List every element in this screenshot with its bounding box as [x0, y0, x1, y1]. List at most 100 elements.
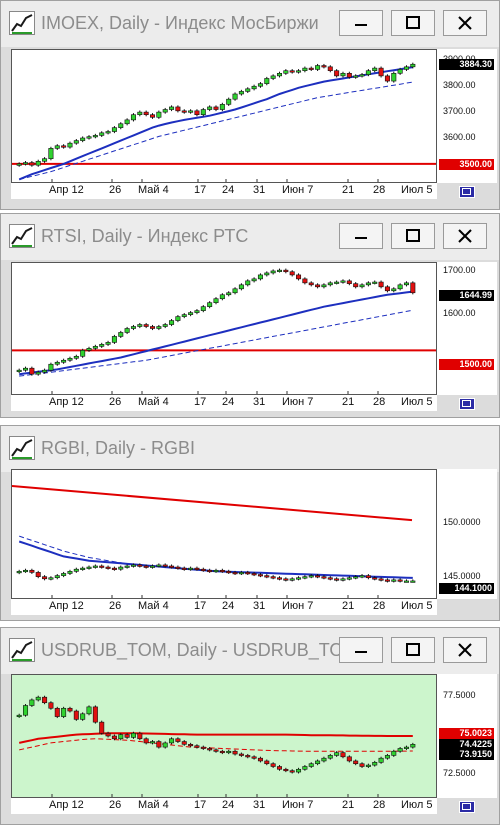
- candle-bull: [213, 569, 219, 573]
- candle-bull: [124, 565, 130, 568]
- y-tick-label: 150.0000: [443, 517, 481, 527]
- candle-bear: [251, 756, 257, 759]
- close-button[interactable]: [443, 637, 487, 663]
- candle-bull: [73, 355, 79, 359]
- minimize-button[interactable]: [339, 637, 383, 663]
- candle-bull: [384, 755, 390, 759]
- trend-line: [12, 485, 413, 522]
- candle-bear: [327, 577, 333, 580]
- candle-bear: [143, 738, 149, 744]
- minimize-icon: [355, 237, 367, 239]
- candle-bear: [194, 110, 200, 116]
- chart-window-rgbi[interactable]: RGBI, Daily - RGBI 150.0000 145.0000 144…: [0, 425, 500, 621]
- close-button[interactable]: [443, 10, 487, 36]
- price-tag: 73.9150: [439, 749, 494, 760]
- candle-bear: [42, 576, 48, 580]
- x-tick-label: 21: [342, 600, 355, 612]
- candle-bull: [16, 163, 22, 166]
- candle-bull: [61, 573, 67, 576]
- x-tick-label: 24: [222, 396, 235, 408]
- candle-bear: [327, 66, 333, 72]
- close-icon: [458, 643, 472, 657]
- candle-bull: [169, 320, 175, 325]
- candle-bull: [327, 282, 333, 286]
- candle-bear: [340, 752, 346, 758]
- x-tick-label: 28: [373, 600, 386, 612]
- candle-bull: [270, 75, 276, 79]
- candle-bull: [86, 706, 92, 715]
- x-tick-label: 17: [194, 396, 207, 408]
- chart-window-usdrub[interactable]: USDRUB_TOM, Daily - USDRUB_TOM 77.5000 7…: [0, 627, 500, 825]
- candle-bull: [61, 707, 67, 717]
- candle-bull: [188, 312, 194, 315]
- candle-bull: [321, 284, 327, 288]
- candle-bear: [315, 284, 321, 288]
- close-icon: [458, 229, 472, 243]
- candle-bear: [29, 569, 35, 573]
- x-tick-label: Апр 12: [49, 184, 84, 196]
- candle-bear: [207, 748, 213, 751]
- maximize-button[interactable]: [391, 637, 435, 663]
- candle-bull: [365, 282, 371, 286]
- price-axis: 3900.00 3800.00 3700.00 3600.00 3884.30 …: [437, 49, 497, 183]
- candle-bull: [67, 142, 73, 148]
- title-bar[interactable]: USDRUB_TOM, Daily - USDRUB_TOM: [1, 628, 499, 674]
- candle-bull: [372, 762, 378, 766]
- candle-bull: [207, 302, 213, 307]
- minimize-button[interactable]: [339, 223, 383, 249]
- candle-bear: [150, 114, 156, 118]
- candle-bear: [257, 757, 263, 762]
- candle-bull: [403, 580, 409, 583]
- scale-fix-button[interactable]: [459, 801, 475, 813]
- candle-bear: [124, 734, 130, 738]
- maximize-button[interactable]: [391, 10, 435, 36]
- candle-bear: [353, 283, 359, 288]
- x-tick-label: 17: [194, 600, 207, 612]
- price-chart[interactable]: [11, 674, 437, 798]
- close-button[interactable]: [443, 223, 487, 249]
- chart-window-imoex[interactable]: IMOEX, Daily - Индекс МосБиржи 3900.00 3…: [0, 0, 500, 210]
- x-tick-label: Май 4: [138, 799, 169, 811]
- scale-fix-button[interactable]: [459, 186, 475, 198]
- x-tick-label: Июн 7: [282, 184, 314, 196]
- x-tick-label: 24: [222, 184, 235, 196]
- title-bar[interactable]: RGBI, Daily - RGBI: [1, 426, 499, 472]
- title-bar[interactable]: IMOEX, Daily - Индекс МосБиржи: [1, 1, 499, 47]
- candle-bear: [346, 72, 352, 78]
- candle-bear: [365, 575, 371, 579]
- candle-bear: [315, 575, 321, 578]
- candle-bear: [321, 576, 327, 579]
- candle-bear: [137, 564, 143, 567]
- maximize-icon: [406, 643, 420, 656]
- last-price-tag: 1644.99: [439, 290, 494, 301]
- candle-bull: [80, 350, 86, 357]
- last-price-tag: 3884.30: [439, 59, 494, 70]
- price-chart[interactable]: [11, 262, 437, 395]
- moving-average-fast: [18, 732, 413, 744]
- title-bar[interactable]: RTSI, Daily - Индекс РТС: [1, 214, 499, 260]
- candle-bull: [289, 578, 295, 581]
- x-tick-label: 28: [373, 799, 386, 811]
- candle-bull: [251, 85, 257, 90]
- price-chart[interactable]: [11, 49, 437, 183]
- candle-bull: [397, 69, 403, 74]
- candle-bear: [384, 286, 390, 292]
- candle-bear: [150, 326, 156, 329]
- candle-bear: [384, 579, 390, 582]
- candle-bull: [29, 699, 35, 706]
- minimize-button[interactable]: [339, 10, 383, 36]
- candle-bull: [54, 145, 60, 149]
- candle-bear: [42, 696, 48, 704]
- candle-bear: [200, 746, 206, 749]
- candle-bear: [232, 572, 238, 575]
- scale-fix-button[interactable]: [459, 398, 475, 410]
- candle-bull: [105, 342, 111, 345]
- price-chart[interactable]: [11, 469, 437, 599]
- candle-bull: [315, 760, 321, 765]
- chart-window-rtsi[interactable]: RTSI, Daily - Индекс РТС 1700.00 1600.00…: [0, 213, 500, 418]
- candle-bull: [54, 575, 60, 579]
- candle-bear: [61, 145, 67, 148]
- candle-bull: [270, 270, 276, 274]
- maximize-button[interactable]: [391, 223, 435, 249]
- candle-bull: [226, 750, 232, 754]
